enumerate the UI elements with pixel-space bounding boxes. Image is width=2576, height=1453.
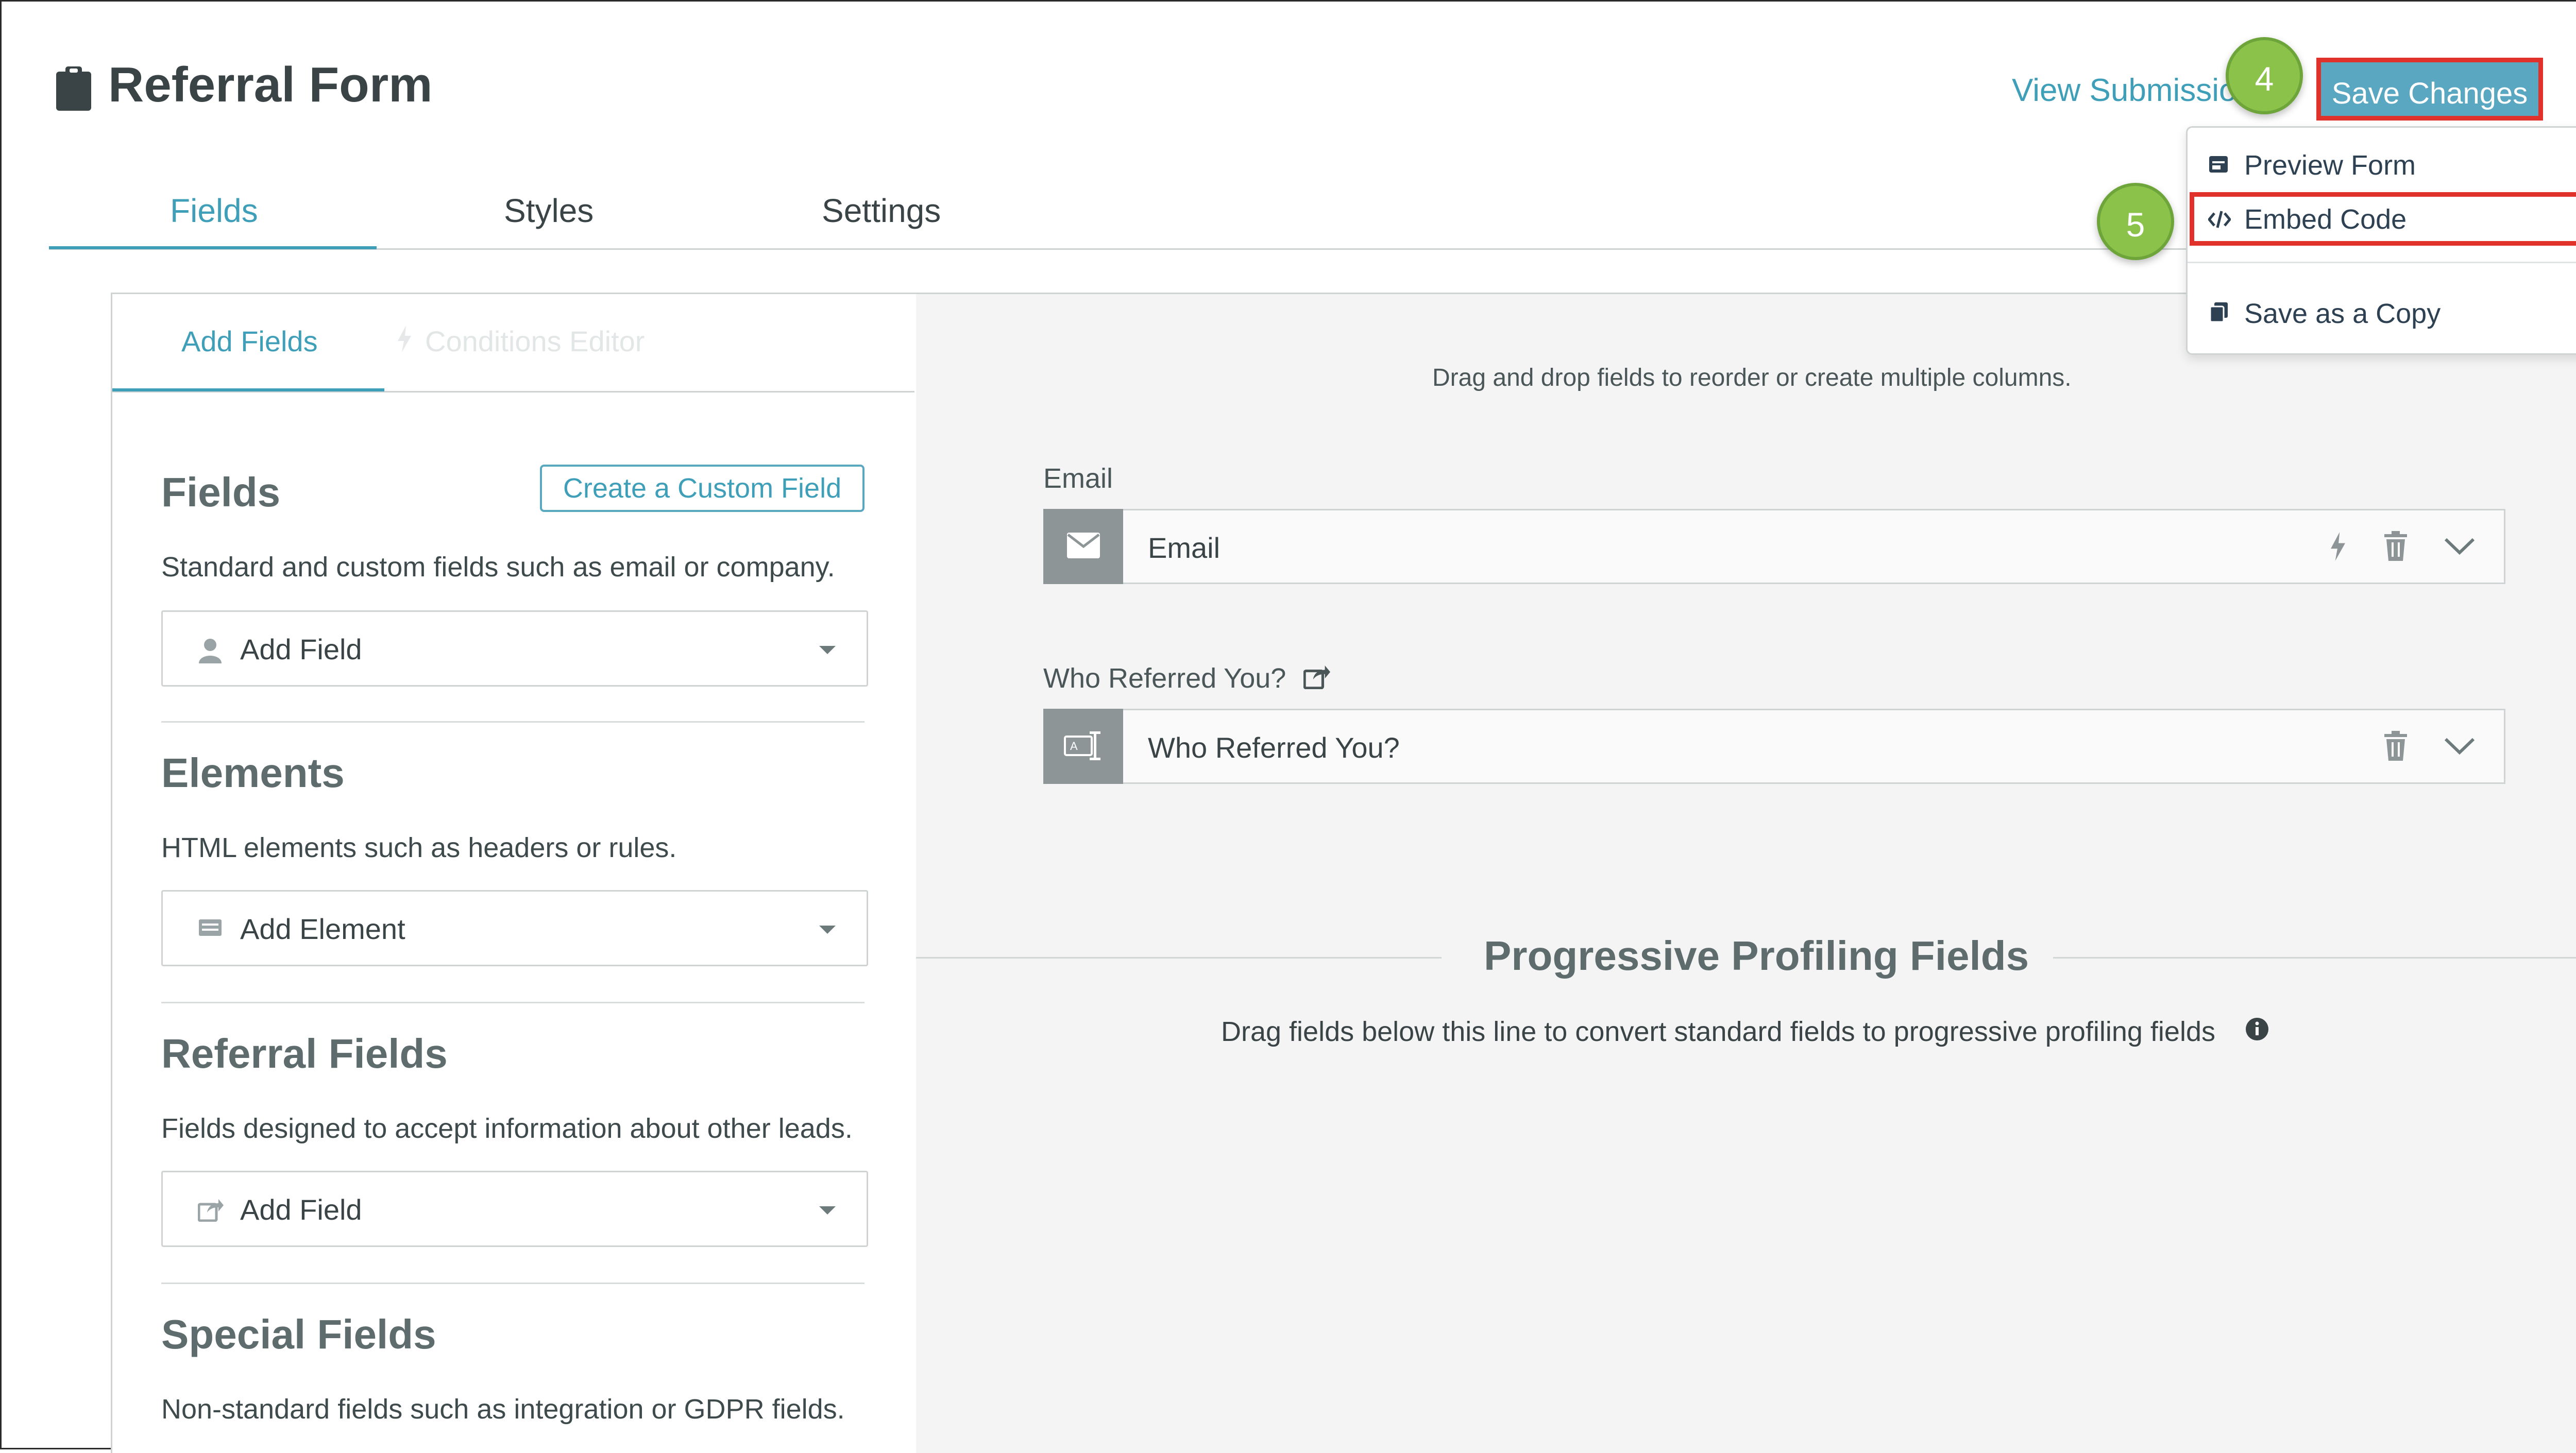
copy-icon <box>2208 298 2244 330</box>
progressive-description: Drag fields below this line to convert s… <box>1221 1016 2215 1047</box>
user-icon <box>198 638 223 666</box>
subtab-conditions-editor[interactable]: Conditions Editor <box>425 324 645 358</box>
save-changes-button[interactable]: Save Changes <box>2316 58 2543 121</box>
who-referred-field-label: Who Referred You? <box>1043 663 1286 694</box>
progressive-heading: Progressive Profiling Fields <box>1484 933 2029 979</box>
lightning-icon[interactable] <box>2329 532 2347 563</box>
element-icon <box>198 917 223 941</box>
elements-heading: Elements <box>161 750 345 796</box>
canvas-hint: Drag and drop fields to reorder or creat… <box>1432 364 2072 391</box>
fields-heading: Fields <box>161 469 281 515</box>
active-tab-indicator <box>49 246 377 249</box>
trash-icon[interactable] <box>2383 731 2408 763</box>
email-field-icon-box <box>1043 509 1123 584</box>
referral-fields-heading: Referral Fields <box>161 1031 448 1076</box>
elements-description: HTML elements such as headers or rules. <box>161 832 677 863</box>
chevron-down-icon <box>819 926 836 934</box>
tab-styles[interactable]: Styles <box>504 192 594 230</box>
special-fields-description: Non-standard fields such as integration … <box>161 1394 845 1425</box>
add-referral-field-select[interactable]: Add Field <box>161 1171 868 1247</box>
section-divider <box>161 1002 865 1003</box>
add-field-label: Add Field <box>240 633 362 665</box>
section-divider <box>161 1283 865 1284</box>
special-fields-heading: Special Fields <box>161 1311 436 1357</box>
who-referred-icon-box: A <box>1043 709 1123 784</box>
view-submissions-link[interactable]: View Submissio <box>2012 72 2236 109</box>
tab-fields[interactable]: Fields <box>170 192 258 230</box>
menu-item-preview-form[interactable]: Preview Form <box>2208 149 2416 181</box>
svg-text:A: A <box>1070 740 1078 753</box>
add-element-label: Add Element <box>240 913 405 945</box>
fields-description: Standard and custom fields such as email… <box>161 552 835 583</box>
envelope-icon <box>1066 532 1100 561</box>
email-field-row[interactable]: Email <box>1043 509 2505 584</box>
menu-label: Preview Form <box>2244 150 2416 181</box>
add-field-select[interactable]: Add Field <box>161 610 868 687</box>
add-referral-field-label: Add Field <box>240 1193 362 1226</box>
form-canvas <box>916 293 2576 1453</box>
menu-label: Save as a Copy <box>2244 298 2441 329</box>
chevron-down-icon <box>819 646 836 654</box>
menu-divider <box>2188 262 2576 263</box>
referral-share-icon <box>1303 664 1330 692</box>
preview-icon <box>2208 149 2244 181</box>
referral-fields-description: Fields designed to accept information ab… <box>161 1113 853 1144</box>
menu-item-save-as-copy[interactable]: Save as a Copy <box>2208 298 2441 330</box>
trash-icon[interactable] <box>2383 531 2408 563</box>
embed-code-highlight <box>2190 192 2576 246</box>
create-custom-field-button[interactable]: Create a Custom Field <box>540 465 865 512</box>
page-title: Referral Form <box>108 57 433 112</box>
who-referred-field-row[interactable]: A Who Referred You? <box>1043 709 2505 784</box>
active-subtab-indicator <box>112 388 384 391</box>
email-field-text: Email <box>1148 532 1221 564</box>
lightning-icon <box>397 326 412 355</box>
progressive-divider-left <box>916 957 1442 959</box>
chevron-down-icon[interactable] <box>2444 737 2476 758</box>
who-referred-field-text: Who Referred You? <box>1148 731 1400 764</box>
share-icon <box>197 1198 224 1224</box>
step-badge-4: 4 <box>2226 37 2303 114</box>
clipboard-icon <box>54 64 93 114</box>
step-badge-5: 5 <box>2097 183 2174 260</box>
email-field-label: Email <box>1043 463 1113 494</box>
text-field-icon: A <box>1064 729 1103 765</box>
section-divider <box>161 721 865 723</box>
subtab-add-fields[interactable]: Add Fields <box>181 324 318 358</box>
chevron-down-icon[interactable] <box>2444 537 2476 558</box>
info-icon[interactable] <box>2245 1017 2269 1044</box>
chevron-down-icon <box>819 1206 836 1215</box>
add-element-select[interactable]: Add Element <box>161 890 868 966</box>
tab-settings[interactable]: Settings <box>822 192 941 230</box>
progressive-divider-right <box>2053 957 2576 959</box>
